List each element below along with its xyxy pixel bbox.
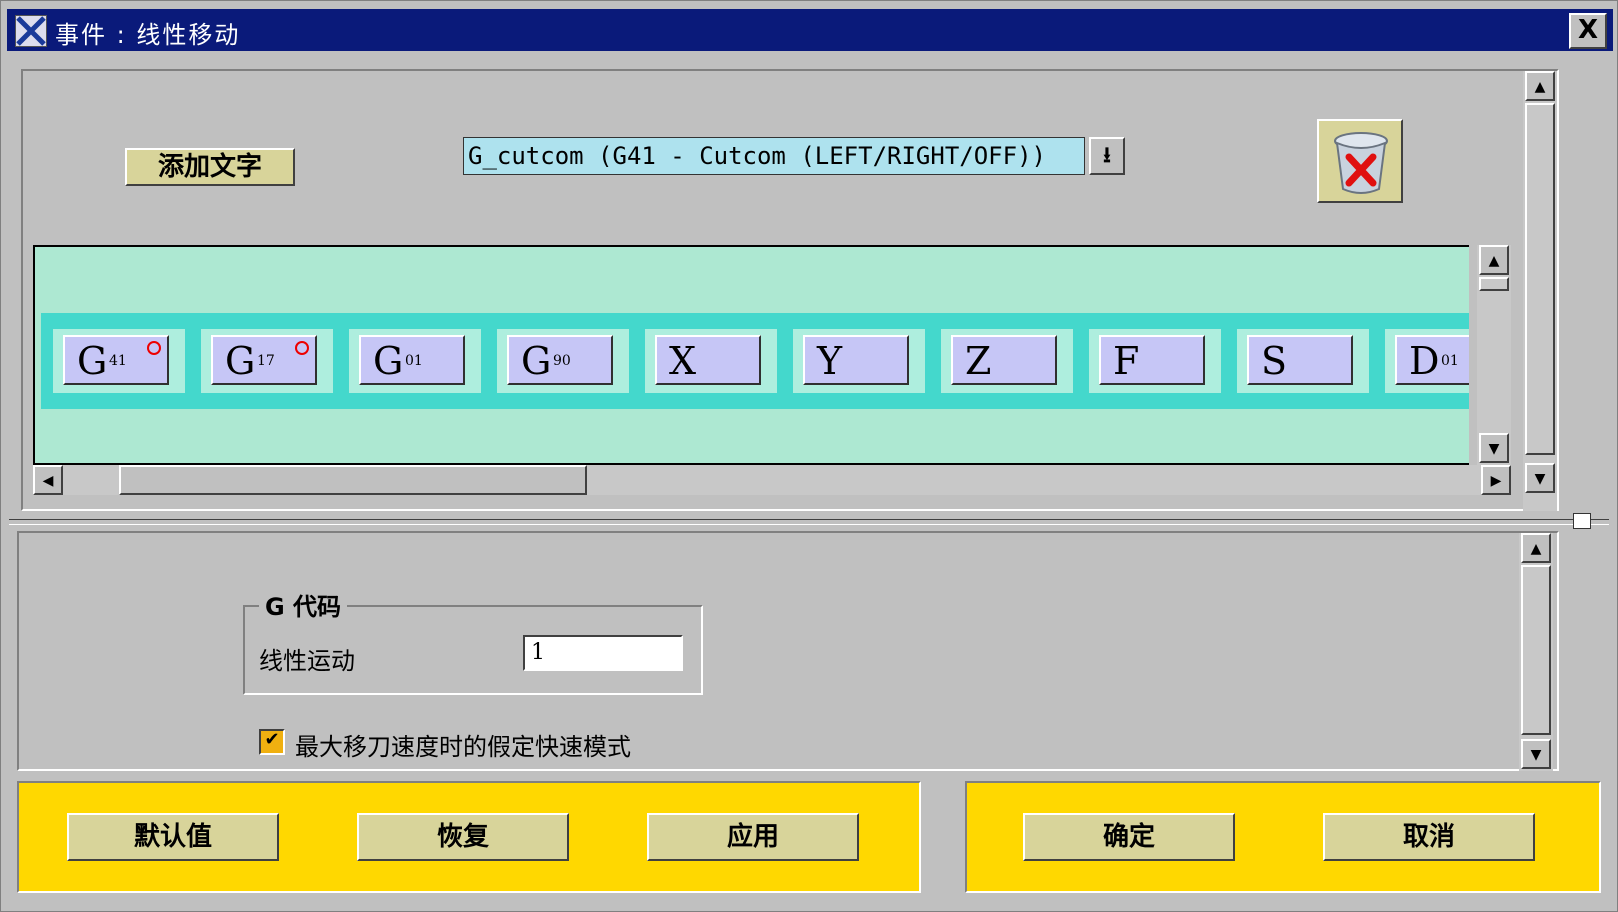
close-icon: X — [1577, 15, 1599, 45]
token-code: 01 — [405, 353, 423, 369]
address-combo[interactable]: G_cutcom (G41 - Cutcom (LEFT/RIGHT/OFF)) — [463, 137, 1085, 175]
token-letter: G — [77, 339, 108, 383]
gcode-groupbox: G 代码 线性运动 1 — [243, 587, 703, 695]
address-token-cell: Y — [793, 329, 925, 393]
token-letter: Z — [965, 339, 992, 383]
band-scroll-up-button[interactable]: ▲ — [1479, 245, 1509, 275]
right-button-bar: 确定 取消 — [965, 781, 1601, 893]
params-scroll-up-button[interactable]: ▲ — [1521, 533, 1551, 563]
token-code: 01 — [1441, 353, 1459, 369]
token-letter: S — [1261, 339, 1288, 383]
linear-motion-input[interactable]: 1 — [523, 635, 683, 671]
band-vertical-scrollbar[interactable]: ▲ ▼ — [1477, 245, 1511, 465]
default-button[interactable]: 默认值 — [67, 813, 279, 861]
address-token-cell: X — [645, 329, 777, 393]
combo-dropdown-button[interactable]: ⭳ — [1089, 137, 1125, 175]
parameters-vertical-scrollbar[interactable]: ▲ ▼ — [1519, 533, 1553, 771]
add-text-button[interactable]: 添加文字 — [125, 148, 295, 186]
token-letter: G — [225, 339, 256, 383]
horizontal-scroll-thumb[interactable] — [119, 465, 587, 495]
triangle-up-icon: ▲ — [1534, 79, 1546, 95]
rapid-mode-checkbox[interactable]: ✔ — [259, 729, 285, 755]
address-token-button[interactable]: G 17 — [211, 335, 317, 385]
panel-vertical-scrollbar[interactable]: ▲ ▼ — [1523, 71, 1557, 511]
address-token-button[interactable]: Y — [803, 335, 909, 385]
address-token-button[interactable]: G 41 — [63, 335, 169, 385]
address-token-cell: F — [1089, 329, 1221, 393]
token-code: 41 — [109, 353, 127, 369]
token-letter: G — [373, 339, 404, 383]
close-button[interactable]: X — [1569, 13, 1607, 49]
rapid-mode-label: 最大移刀速度时的假定快速模式 — [295, 733, 631, 761]
event-editor-panel: 添加文字 G_cutcom (G41 - Cutcom (LEFT/RIGHT/… — [21, 69, 1559, 511]
address-token-button[interactable]: D 01 — [1395, 335, 1469, 385]
triangle-down-icon: ▼ — [1488, 441, 1500, 457]
token-letter: G — [521, 339, 552, 383]
restore-button[interactable]: 恢复 — [357, 813, 569, 861]
panel-scroll-thumb[interactable] — [1525, 103, 1555, 455]
token-letter: F — [1113, 339, 1140, 383]
triangle-down-icon: ▼ — [1530, 747, 1542, 763]
address-token-cell: G 17 — [201, 329, 333, 393]
triangle-up-icon: ▲ — [1530, 541, 1542, 557]
panel-scroll-down-button[interactable]: ▼ — [1525, 463, 1555, 493]
app-icon — [15, 15, 47, 47]
triangle-left-icon: ◀ — [42, 473, 54, 489]
cancel-button[interactable]: 取消 — [1323, 813, 1535, 861]
triangle-down-icon: ▼ — [1534, 471, 1546, 487]
params-scroll-down-button[interactable]: ▼ — [1521, 739, 1551, 769]
band-scroll-down-button[interactable]: ▼ — [1479, 433, 1509, 463]
address-token-cell: S — [1237, 329, 1369, 393]
title-bar: 事件 : 线性移动 X — [7, 9, 1613, 51]
token-letter: D — [1409, 339, 1440, 383]
address-token-cell: Z — [941, 329, 1073, 393]
band-scroll-thumb[interactable] — [1479, 277, 1509, 291]
address-token-button[interactable]: F — [1099, 335, 1205, 385]
parameters-panel: G 代码 线性运动 1 ✔ 最大移刀速度时的假定快速模式 ▲ ▼ — [17, 531, 1559, 771]
token-letter: Y — [817, 339, 843, 383]
address-token-button[interactable]: X — [655, 335, 761, 385]
token-code: 17 — [257, 353, 275, 369]
scroll-left-button[interactable]: ◀ — [33, 465, 63, 495]
checkmark-icon: ✔ — [264, 729, 280, 750]
triangle-up-icon: ▲ — [1488, 253, 1500, 269]
token-strip: G 41 G 17 G 01 G 90 X Y Z F S D 01 — [41, 313, 1469, 409]
pane-splitter[interactable] — [9, 519, 1609, 525]
token-code: 90 — [553, 353, 571, 369]
address-token-cell: G 41 — [53, 329, 185, 393]
address-token-button[interactable]: G 90 — [507, 335, 613, 385]
trash-delete-icon — [1334, 132, 1388, 194]
gcode-group-title: G 代码 — [259, 587, 348, 622]
params-scroll-thumb[interactable] — [1521, 565, 1551, 735]
triangle-right-icon: ▶ — [1490, 473, 1502, 489]
address-token-cell: G 90 — [497, 329, 629, 393]
window-title: 事件 : 线性移动 — [55, 21, 241, 49]
required-marker-icon — [147, 341, 161, 355]
address-token-button[interactable]: G 01 — [359, 335, 465, 385]
required-marker-icon — [295, 341, 309, 355]
left-button-bar: 默认值 恢复 应用 — [17, 781, 921, 893]
scroll-right-button[interactable]: ▶ — [1481, 465, 1511, 495]
band-horizontal-scrollbar[interactable]: ◀ ▶ — [33, 465, 1511, 495]
event-dialog: 事件 : 线性移动 X 添加文字 G_cutcom (G41 - Cutcom … — [0, 0, 1618, 912]
splitter-handle[interactable] — [1573, 513, 1591, 529]
apply-button[interactable]: 应用 — [647, 813, 859, 861]
ok-button[interactable]: 确定 — [1023, 813, 1235, 861]
download-arrow-icon: ⭳ — [1103, 143, 1111, 168]
panel-scroll-up-button[interactable]: ▲ — [1525, 71, 1555, 101]
address-token-cell: D 01 — [1385, 329, 1469, 393]
linear-motion-label: 线性运动 — [259, 647, 355, 675]
address-token-button[interactable]: S — [1247, 335, 1353, 385]
address-token-button[interactable]: Z — [951, 335, 1057, 385]
address-token-cell: G 01 — [349, 329, 481, 393]
delete-button[interactable] — [1317, 119, 1403, 203]
address-band: G 41 G 17 G 01 G 90 X Y Z F S D 01 — [33, 245, 1469, 465]
token-letter: X — [669, 339, 697, 383]
